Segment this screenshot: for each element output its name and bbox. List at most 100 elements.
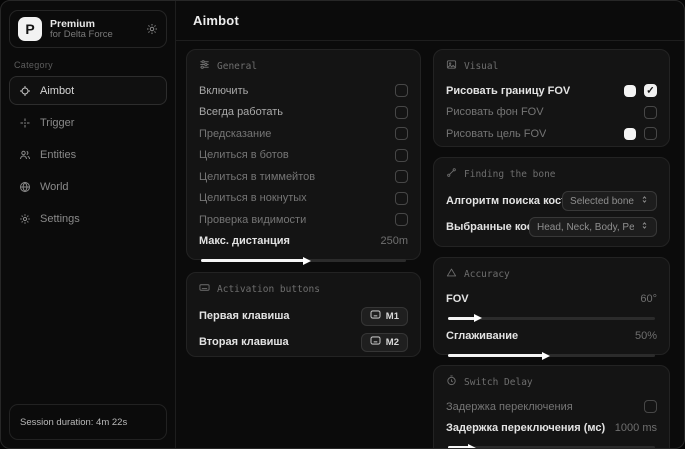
accuracy-header: Accuracy [446,267,657,281]
max-distance-label: Макс. дистанция [199,235,290,247]
general-title: General [217,61,257,72]
selected-bones-dropdown[interactable]: Head, Neck, Body, Pe... [529,217,657,237]
always-work-checkbox[interactable] [395,106,408,119]
brand-logo: P [18,17,42,41]
fov-border-checkbox[interactable] [644,84,657,97]
toggle-row: Задержка переключения [446,396,657,418]
slider-label-row: Задержка переключения (мс) 1000 ms [446,418,657,440]
target-bots-checkbox[interactable] [395,149,408,162]
fov-target-checkbox[interactable] [644,127,657,140]
activation-header: Activation buttons [199,282,408,296]
session-duration: Session duration: 4m 22s [9,404,167,440]
bone-card: Finding the bone Алгоритм поиска кост Se… [433,157,670,247]
sidebar-item-label: Settings [40,213,80,225]
bone-header: Finding the bone [446,167,657,181]
crosshair-icon [19,85,31,97]
slider-thumb[interactable] [542,352,550,360]
fov-background-controls [644,106,657,119]
visibility-check-checkbox[interactable] [395,213,408,226]
visual-card: Visual Рисовать границу FOV Рисовать фон… [433,49,670,147]
max-distance-slider[interactable] [201,259,406,262]
enable-checkbox[interactable] [395,84,408,97]
gear-icon[interactable] [146,23,158,35]
fov-border-controls [624,84,657,97]
sidebar-item-entities[interactable]: Entities [9,140,167,169]
toggle-row: Целиться в нокнутых [199,188,408,210]
sidebar-item-world[interactable]: World [9,172,167,201]
fov-target-color-swatch[interactable] [624,128,636,140]
prediction-checkbox[interactable] [395,127,408,140]
brand-card: P Premium for Delta Force [9,10,167,48]
fov-target-label: Рисовать цель FOV [446,128,546,140]
keybind-row: Первая клавиша M1 [199,303,408,329]
globe-icon [19,181,31,193]
switch-delay-title: Switch Delay [464,377,533,388]
sidebar-item-trigger[interactable]: Trigger [9,108,167,137]
bone-row: Алгоритм поиска кост Selected bone [446,188,657,214]
target-knocked-checkbox[interactable] [395,192,408,205]
main-area: Aimbot General Включить Всегда работат [176,1,684,448]
bone-algorithm-value: Selected bone [570,196,634,207]
keycap-icon [370,310,381,322]
fov-target-controls [624,127,657,140]
brand-text: Premium for Delta Force [50,18,138,41]
clock-icon [446,375,457,389]
slider-thumb[interactable] [474,314,482,322]
bone-algorithm-label: Алгоритм поиска кост [446,195,562,207]
bone-algorithm-dropdown[interactable]: Selected bone [562,191,657,211]
fov-border-color-swatch[interactable] [624,85,636,97]
second-key-button[interactable]: M2 [361,333,408,352]
page-title: Aimbot [193,13,239,28]
target-teammates-checkbox[interactable] [395,170,408,183]
toggle-row: Целиться в тиммейтов [199,166,408,188]
toggle-row: Всегда работать [199,102,408,124]
updown-chevrons-icon [640,221,649,233]
fov-value: 60° [640,293,657,305]
sidebar-item-settings[interactable]: Settings [9,204,167,233]
left-column: General Включить Всегда работать Предска… [186,49,421,448]
image-icon [446,59,457,73]
switch-delay-toggle-label: Задержка переключения [446,401,573,413]
slider-fill [448,446,469,448]
main-header: Aimbot [176,1,684,41]
updown-chevrons-icon [640,195,649,207]
right-column: Visual Рисовать границу FOV Рисовать фон… [433,49,670,448]
visual-row: Рисовать фон FOV [446,102,657,124]
slider-fill [448,354,543,357]
content: General Включить Всегда работать Предска… [176,41,684,448]
fov-border-label: Рисовать границу FOV [446,85,570,97]
sidebar-item-label: World [40,181,69,193]
switch-delay-ms-value: 1000 ms [615,422,657,434]
sidebar-item-aimbot[interactable]: Aimbot [9,76,167,105]
second-key-value: M2 [386,337,399,348]
sidebar-item-label: Trigger [40,117,74,129]
slider-thumb[interactable] [303,257,311,265]
switch-delay-checkbox[interactable] [644,400,657,413]
fov-slider[interactable] [448,317,655,320]
bone-row: Выбранные кос Head, Neck, Body, Pe... [446,214,657,240]
visual-row: Рисовать цель FOV [446,123,657,145]
switch-delay-slider[interactable] [448,446,655,448]
sliders-icon [199,59,210,73]
visual-header: Visual [446,59,657,73]
second-key-label: Вторая клавиша [199,336,289,348]
toggle-label: Целиться в тиммейтов [199,171,315,183]
general-header: General [199,59,408,73]
slider-thumb[interactable] [468,444,476,449]
triangle-icon [446,267,457,281]
users-icon [19,149,31,161]
switch-delay-ms-label: Задержка переключения (мс) [446,422,605,434]
fov-background-checkbox[interactable] [644,106,657,119]
toggle-label: Целиться в нокнутых [199,192,307,204]
smoothing-slider[interactable] [448,354,655,357]
slider-label-row: Макс. дистанция 250m [199,231,408,253]
first-key-button[interactable]: M1 [361,307,408,326]
toggle-row: Включить [199,80,408,102]
toggle-row: Предсказание [199,123,408,145]
brand-subtitle: for Delta Force [50,30,138,41]
fov-label: FOV [446,293,469,305]
app-window: P Premium for Delta Force Category Aimbo… [0,0,685,449]
selected-bones-label: Выбранные кос [446,221,529,233]
max-distance-value: 250m [380,235,408,247]
toggle-label: Всегда работать [199,106,283,118]
